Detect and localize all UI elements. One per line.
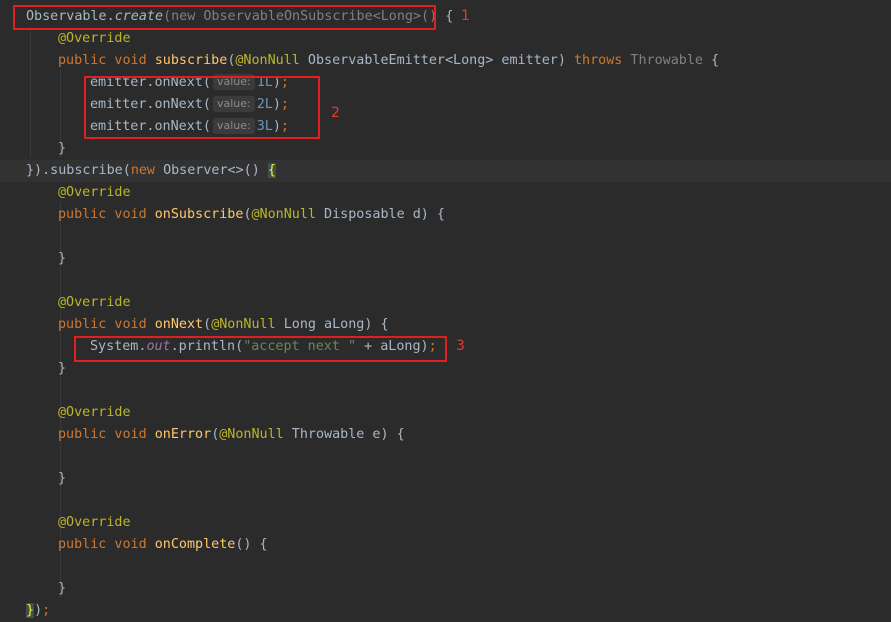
code-text: public void subscribe(@NonNull Observabl… (58, 50, 719, 72)
code-line[interactable] (0, 380, 891, 402)
code-token: @Override (58, 31, 131, 46)
code-token: ( (203, 317, 212, 332)
code-line[interactable]: @Override (0, 292, 891, 314)
code-text: public void onComplete() { (58, 534, 268, 556)
code-token: public void (58, 207, 155, 222)
code-text: public void onError(@NonNull Throwable e… (58, 424, 405, 446)
code-token: onComplete (154, 537, 236, 552)
code-line[interactable]: }); (0, 600, 891, 622)
code-token: @NonNull (235, 53, 300, 68)
annotation-box-2 (84, 76, 320, 139)
code-line[interactable]: public void onSubscribe(@NonNull Disposa… (0, 204, 891, 226)
code-line[interactable]: } (0, 138, 891, 160)
code-token: public void (58, 537, 155, 552)
code-line[interactable]: public void subscribe(@NonNull Observabl… (0, 50, 891, 72)
code-text: }); (26, 600, 50, 622)
code-line[interactable] (0, 270, 891, 292)
code-line[interactable]: public void onComplete() { (0, 534, 891, 556)
code-token: ObservableEmitter<Long> emitter) (299, 53, 574, 68)
code-token: { (267, 163, 276, 178)
code-token: () { (235, 537, 268, 552)
annotation-label-1: 1 (461, 8, 470, 24)
code-token: public void (58, 317, 155, 332)
code-text: } (58, 138, 66, 160)
code-token: onNext (154, 317, 204, 332)
code-text: } (58, 578, 66, 600)
code-token: public void (58, 427, 155, 442)
code-token: Throwable e) { (283, 427, 405, 442)
code-token: onError (154, 427, 212, 442)
code-token: } (58, 361, 67, 376)
code-text: @Override (58, 182, 131, 204)
code-line[interactable]: } (0, 248, 891, 270)
code-token: @Override (58, 405, 131, 420)
code-line[interactable] (0, 446, 891, 468)
code-text: } (58, 248, 66, 270)
code-token: public void (58, 53, 155, 68)
code-token: @Override (58, 185, 131, 200)
code-line[interactable]: @Override (0, 182, 891, 204)
code-token: { (437, 9, 454, 24)
code-text: @Override (58, 512, 131, 534)
code-line[interactable]: public void onError(@NonNull Throwable e… (0, 424, 891, 446)
code-token: } (58, 471, 67, 486)
code-token: new (130, 163, 164, 178)
code-text: } (58, 358, 66, 380)
annotation-box-1 (13, 5, 436, 30)
annotation-label-3: 3 (456, 338, 465, 354)
code-token: } (58, 251, 67, 266)
code-token: { (702, 53, 720, 68)
code-token: @Override (58, 295, 131, 310)
code-token: Throwable (630, 53, 703, 68)
code-text: @Override (58, 402, 131, 424)
code-token: @NonNull (219, 427, 284, 442)
code-line[interactable] (0, 556, 891, 578)
code-token: @Override (58, 515, 131, 530)
code-text: public void onNext(@NonNull Long aLong) … (58, 314, 389, 336)
code-token: } (58, 141, 67, 156)
code-line[interactable]: @Override (0, 28, 891, 50)
code-token: onSubscribe (154, 207, 244, 222)
code-text: @Override (58, 28, 131, 50)
annotation-box-3 (74, 336, 447, 362)
code-token: } (58, 581, 67, 596)
code-line[interactable]: @Override (0, 402, 891, 424)
code-text: @Override (58, 292, 131, 314)
code-token: subscribe (154, 53, 228, 68)
code-token: }).subscribe( (26, 163, 131, 178)
code-token: Disposable d) { (316, 207, 445, 222)
code-line[interactable]: public void onNext(@NonNull Long aLong) … (0, 314, 891, 336)
annotation-label-2: 2 (331, 105, 340, 121)
code-line[interactable] (0, 226, 891, 248)
code-line[interactable]: } (0, 578, 891, 600)
code-token: @NonNull (211, 317, 276, 332)
code-line[interactable]: }).subscribe(new Observer<>() { (0, 160, 891, 182)
code-line[interactable]: @Override (0, 512, 891, 534)
code-token: ( (243, 207, 252, 222)
code-token: throws (573, 53, 631, 68)
code-token: Observer<>() (163, 163, 268, 178)
code-token: @NonNull (251, 207, 317, 222)
code-text: }).subscribe(new Observer<>() { (26, 160, 276, 182)
code-line[interactable]: } (0, 468, 891, 490)
code-token: Long aLong) { (275, 317, 389, 332)
code-text: public void onSubscribe(@NonNull Disposa… (58, 204, 445, 226)
code-text: } (58, 468, 66, 490)
code-line[interactable] (0, 490, 891, 512)
